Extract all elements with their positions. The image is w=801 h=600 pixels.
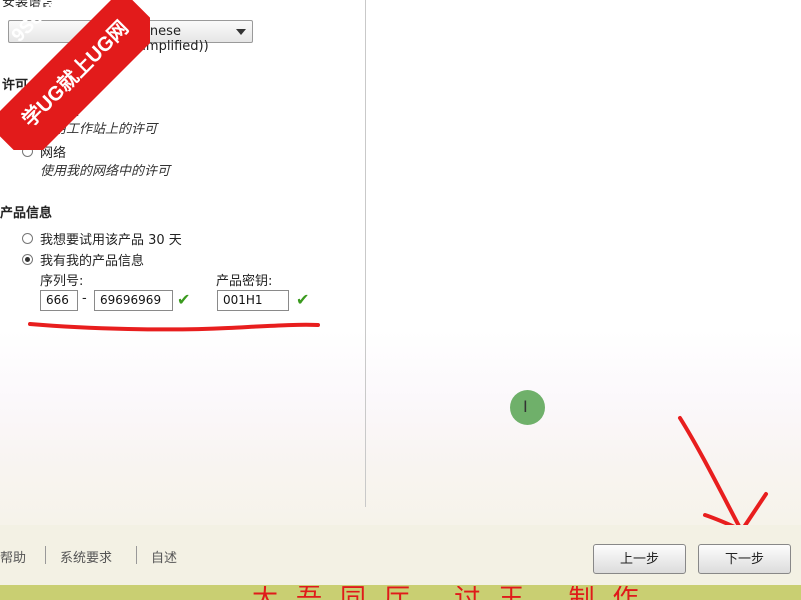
- radio-trial[interactable]: [22, 233, 33, 244]
- text-cursor-icon: I: [523, 397, 528, 416]
- installer-panel: 安装语言 Chinese (Simplified)) 许可 单机版 使用工作站上…: [0, 0, 801, 532]
- option-standalone-label: 单机版: [40, 104, 80, 119]
- language-select-value: Chinese (Simplified)): [129, 24, 209, 54]
- product-info-title: 产品信息: [0, 206, 53, 221]
- serial-dash: -: [82, 291, 87, 306]
- checkmark-icon: ✔: [296, 290, 310, 309]
- radio-have-product-info[interactable]: [22, 254, 33, 265]
- chevron-down-icon: [236, 29, 246, 35]
- red-underline-annotation: [28, 322, 320, 332]
- option-network-label: 网络: [40, 146, 67, 161]
- license-section-title: 许可: [2, 78, 29, 93]
- footer-separator: [45, 546, 46, 564]
- readme-link[interactable]: 自述: [151, 547, 177, 566]
- caption-text: 大吾同厅 讨王 制作: [252, 586, 652, 600]
- help-link[interactable]: 帮助: [0, 547, 26, 566]
- radio-standalone[interactable]: [22, 104, 33, 115]
- product-key-label: 产品密钥:: [216, 274, 273, 289]
- panel-divider: [365, 0, 366, 507]
- serial-number-input[interactable]: 69696969: [94, 290, 173, 311]
- checkmark-icon: ✔: [177, 290, 191, 309]
- red-arrow-annotation: [678, 416, 768, 532]
- radio-network[interactable]: [22, 146, 33, 157]
- system-requirements-link[interactable]: 系统要求: [60, 547, 112, 566]
- have-info-option-label: 我有我的产品信息: [40, 254, 145, 269]
- language-select[interactable]: Chinese (Simplified)): [8, 20, 253, 54]
- trial-option-label: 我想要试用该产品 30 天: [40, 233, 182, 248]
- next-button[interactable]: 下一步: [698, 544, 791, 574]
- language-label: 安装语言: [2, 0, 55, 10]
- serial-prefix-input[interactable]: 666: [40, 290, 78, 311]
- serial-number-label: 序列号:: [40, 274, 84, 289]
- back-button[interactable]: 上一步: [593, 544, 686, 574]
- footer-separator: [136, 546, 137, 564]
- option-network-desc: 使用我的网络中的许可: [40, 164, 171, 179]
- option-standalone-desc: 使用工作站上的许可: [40, 122, 158, 137]
- product-key-input[interactable]: 001H1: [217, 290, 289, 311]
